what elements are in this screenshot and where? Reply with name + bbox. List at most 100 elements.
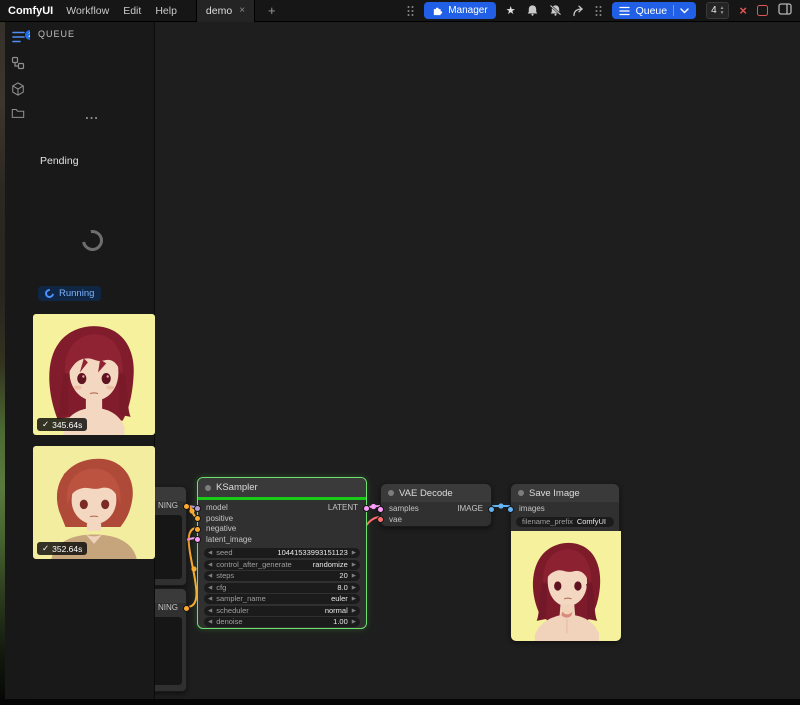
caret-down-icon[interactable]: ▼ bbox=[720, 11, 725, 16]
batch-count-value: 4 bbox=[711, 5, 717, 16]
increment-icon[interactable]: ▶ bbox=[352, 571, 356, 581]
input-slot-negative[interactable] bbox=[194, 526, 201, 533]
widget-value: ComfyUI bbox=[577, 517, 606, 527]
pending-section-label[interactable]: Pending bbox=[40, 155, 79, 167]
sidebar-item-workflows[interactable] bbox=[9, 54, 27, 72]
star-icon[interactable]: ★ bbox=[506, 4, 516, 17]
sidebar-item-folder[interactable] bbox=[9, 104, 27, 122]
check-icon: ✓ bbox=[42, 419, 49, 430]
manager-button[interactable]: Manager bbox=[424, 2, 495, 19]
decrement-icon[interactable]: ◀ bbox=[208, 560, 212, 570]
input-slot-vae[interactable] bbox=[377, 516, 384, 523]
menubar: ComfyUI Workflow Edit Help demo × + Mana… bbox=[0, 0, 800, 22]
output-slot-conditioning[interactable] bbox=[183, 503, 190, 510]
widget-value: euler bbox=[331, 594, 348, 604]
widget-scheduler[interactable]: ◀ scheduler normal ▶ bbox=[204, 606, 360, 616]
node-ksampler[interactable]: KSampler model LATENT positive negative bbox=[197, 477, 367, 629]
node-header[interactable]: KSampler bbox=[198, 478, 366, 497]
increment-icon[interactable]: ▶ bbox=[352, 606, 356, 616]
manager-label: Manager bbox=[448, 5, 487, 16]
widget-seed[interactable]: ◀ seed 10441533993151123 ▶ bbox=[204, 548, 360, 558]
collapse-dot-icon[interactable] bbox=[518, 490, 524, 496]
output-slot-latent[interactable] bbox=[363, 505, 370, 512]
output-slot-image[interactable] bbox=[488, 506, 495, 513]
drag-handle-icon[interactable] bbox=[595, 5, 602, 17]
input-row-vae: vae bbox=[381, 515, 491, 526]
node-title: KSampler bbox=[216, 482, 258, 493]
widget-list: filename_prefix ComfyUI bbox=[511, 515, 619, 527]
menu-help[interactable]: Help bbox=[155, 5, 177, 17]
bottom-edge bbox=[0, 699, 800, 705]
widget-filename-prefix[interactable]: filename_prefix ComfyUI bbox=[516, 517, 614, 527]
widget-list: ◀ seed 10441533993151123 ▶ ◀ control_aft… bbox=[198, 545, 366, 627]
decrement-icon[interactable]: ◀ bbox=[208, 571, 212, 581]
input-slot-latent-image[interactable] bbox=[194, 536, 201, 543]
menu-workflow[interactable]: Workflow bbox=[66, 5, 109, 17]
batch-count-input[interactable]: 4 ▲ ▼ bbox=[706, 2, 729, 19]
input-slot-positive[interactable] bbox=[194, 515, 201, 522]
cancel-run-button[interactable]: × bbox=[739, 4, 747, 17]
input-slot-samples[interactable] bbox=[377, 506, 384, 513]
widget-name: cfg bbox=[216, 583, 226, 593]
share-icon[interactable] bbox=[572, 5, 585, 17]
input-row-images: images bbox=[511, 504, 619, 515]
menubar-right: Manager ★ bbox=[407, 2, 792, 19]
widget-denoise[interactable]: ◀ denoise 1.00 ▶ bbox=[204, 617, 360, 627]
widget-name: filename_prefix bbox=[522, 517, 573, 527]
output-preview-image[interactable] bbox=[511, 531, 621, 641]
decrement-icon[interactable]: ◀ bbox=[208, 606, 212, 616]
toggle-panel-icon[interactable] bbox=[778, 3, 792, 18]
queue-result-thumbnail-1[interactable]: ✓ 345.64s bbox=[33, 314, 155, 435]
duration-text: 345.64s bbox=[52, 420, 82, 430]
queue-button[interactable]: Queue bbox=[612, 2, 697, 19]
queue-result-thumbnail-2[interactable]: ✓ 352.64s bbox=[33, 446, 155, 559]
bell-slash-icon[interactable] bbox=[549, 4, 562, 17]
widget-sampler-name[interactable]: ◀ sampler_name euler ▶ bbox=[204, 594, 360, 604]
increment-icon[interactable]: ▶ bbox=[352, 583, 356, 593]
node-vae-decode[interactable]: VAE Decode samples IMAGE vae bbox=[380, 483, 492, 527]
widget-name: sampler_name bbox=[216, 594, 266, 604]
increment-icon[interactable]: ▶ bbox=[352, 548, 356, 558]
node-header[interactable]: Save Image bbox=[511, 484, 619, 502]
queue-button-label: Queue bbox=[636, 5, 668, 17]
decrement-icon[interactable]: ◀ bbox=[208, 594, 212, 604]
duration-text: 352.64s bbox=[52, 544, 82, 554]
menu-edit[interactable]: Edit bbox=[123, 5, 141, 17]
input-slot-images[interactable] bbox=[507, 506, 514, 513]
increment-icon[interactable]: ▶ bbox=[352, 560, 356, 570]
more-options-icon[interactable]: ... bbox=[30, 107, 154, 122]
sidebar-item-models[interactable] bbox=[9, 80, 27, 98]
widget-value: randomize bbox=[313, 560, 348, 570]
node-header[interactable]: VAE Decode bbox=[381, 484, 491, 502]
decrement-icon[interactable]: ◀ bbox=[208, 617, 212, 627]
decrement-icon[interactable]: ◀ bbox=[208, 583, 212, 593]
increment-icon[interactable]: ▶ bbox=[352, 617, 356, 627]
sidebar-icon-rail: 2 bbox=[5, 22, 30, 705]
stepper-carets[interactable]: ▲ ▼ bbox=[720, 6, 725, 16]
tab-close-icon[interactable]: × bbox=[239, 5, 245, 16]
app-logo[interactable]: ComfyUI bbox=[8, 5, 53, 17]
widget-control-after-generate[interactable]: ◀ control_after_generate randomize ▶ bbox=[204, 560, 360, 570]
collapse-dot-icon[interactable] bbox=[388, 490, 394, 496]
input-slot-model[interactable] bbox=[194, 505, 201, 512]
stop-button[interactable] bbox=[757, 5, 768, 16]
input-row-samples: samples IMAGE bbox=[381, 504, 491, 515]
widget-value: 1.00 bbox=[333, 617, 348, 627]
widget-cfg[interactable]: ◀ cfg 8.0 ▶ bbox=[204, 583, 360, 593]
output-label-conditioning: NING bbox=[158, 501, 178, 512]
new-workflow-button[interactable]: + bbox=[268, 4, 276, 17]
duration-badge: ✓ 345.64s bbox=[37, 418, 87, 431]
increment-icon[interactable]: ▶ bbox=[352, 594, 356, 604]
collapse-dot-icon[interactable] bbox=[205, 485, 211, 491]
drag-handle-icon[interactable] bbox=[407, 5, 414, 17]
decrement-icon[interactable]: ◀ bbox=[208, 548, 212, 558]
tab-label: demo bbox=[206, 5, 232, 17]
widget-steps[interactable]: ◀ steps 20 ▶ bbox=[204, 571, 360, 581]
node-save-image[interactable]: Save Image images filename_prefix ComfyU… bbox=[510, 483, 620, 641]
chevron-down-icon[interactable] bbox=[680, 8, 689, 14]
output-slot-conditioning[interactable] bbox=[183, 605, 190, 612]
workflow-tab-demo[interactable]: demo × bbox=[196, 0, 255, 22]
sidebar-item-queue[interactable]: 2 bbox=[9, 28, 27, 46]
bell-icon[interactable] bbox=[526, 4, 539, 17]
input-row-positive: positive bbox=[198, 514, 366, 525]
